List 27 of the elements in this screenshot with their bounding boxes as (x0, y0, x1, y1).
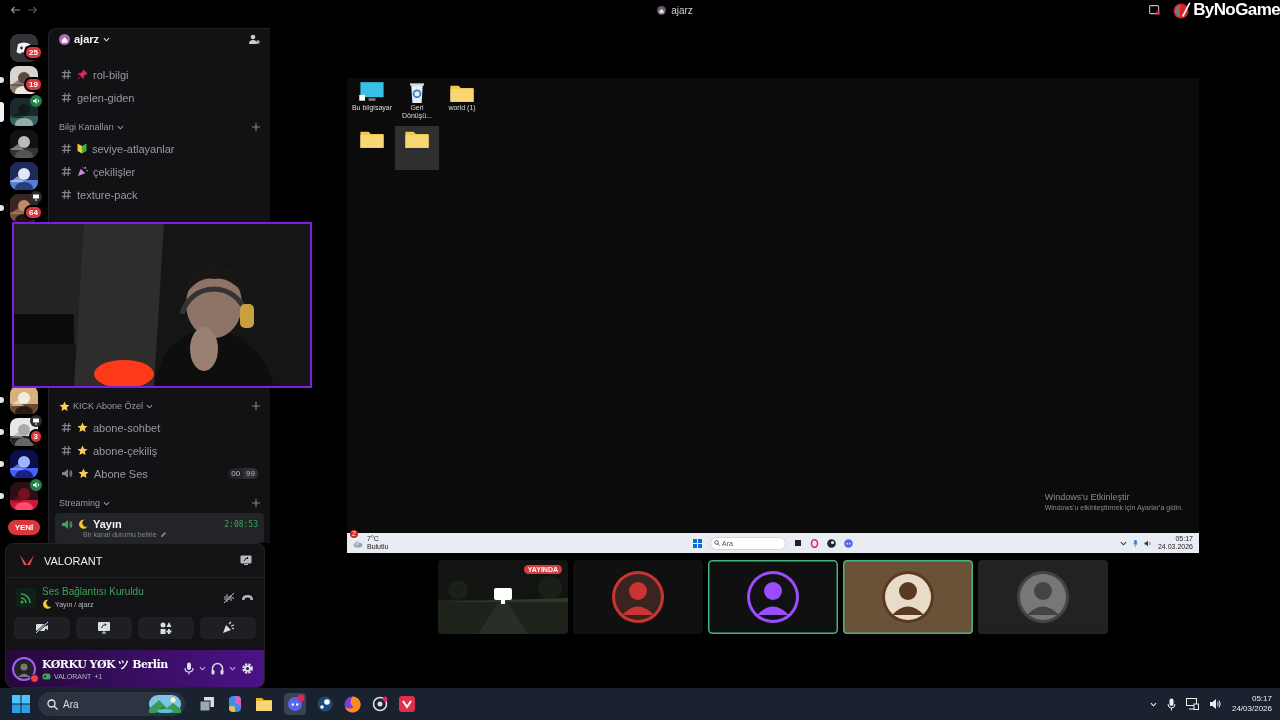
count-badge: 25 (24, 45, 43, 60)
channel-name[interactable]: Abone Ses (94, 467, 148, 480)
channel-name[interactable]: seviye-atlayanlar (92, 142, 175, 155)
clock-time: 05:17 (1251, 694, 1272, 704)
duration-text: 2:08:53 (224, 519, 258, 529)
channel-name[interactable]: gelen-giden (77, 91, 135, 104)
count-badge: 64 (24, 205, 43, 220)
category-label[interactable]: Streaming (59, 498, 101, 508)
category-label[interactable]: KICK Abone Özel (73, 401, 144, 411)
user-limit-badge: 00 99 (228, 468, 258, 479)
channel-name[interactable]: Yayın (93, 518, 122, 530)
activation-title: Windows'u Etkinleştir (1044, 492, 1131, 502)
user-name[interactable]: KØRKU YØK ツ Berlin (42, 657, 178, 672)
channel-name[interactable]: çekilişler (93, 165, 136, 178)
clock-date: 24/03/2026 (1231, 704, 1272, 714)
server-name[interactable]: ajarz (74, 33, 100, 45)
channel-name[interactable]: rol-bilgi (93, 68, 129, 81)
window-title: ajarz (671, 4, 693, 16)
channel-name[interactable]: abone-sohbet (93, 421, 161, 434)
new-button[interactable]: YENİ (7, 520, 41, 535)
channel-name[interactable]: texture-pack (77, 188, 138, 201)
channel-name[interactable]: abone-çekiliş (93, 444, 158, 457)
game-name: VALORANT (44, 554, 104, 567)
count-badge: 19 (24, 77, 43, 92)
category-label[interactable]: Bilgi Kanalları (59, 122, 115, 132)
connection-status: Ses Bağlantısı Kuruldu (42, 586, 145, 597)
brand-name: ByNoGame (1193, 0, 1280, 20)
